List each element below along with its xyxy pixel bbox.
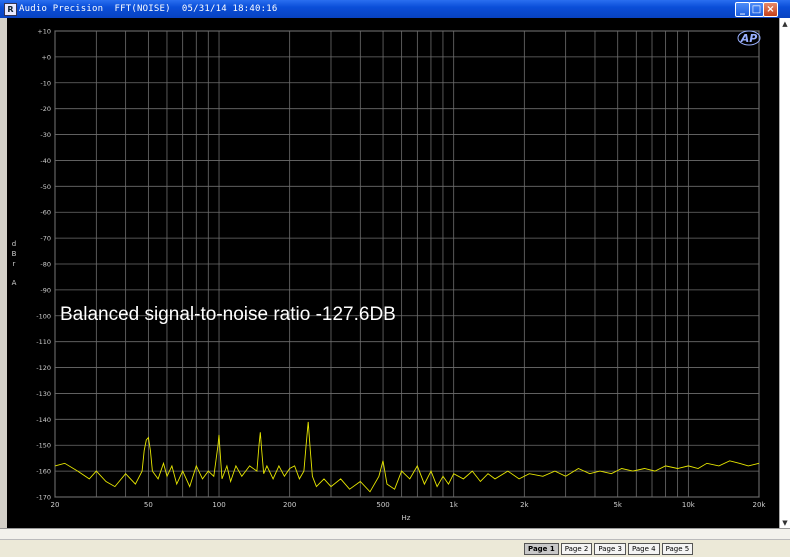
y-tick-label: +10 [37, 28, 51, 36]
y-unit-letter-b: B [12, 250, 17, 258]
x-tick-label: 2k [520, 501, 529, 509]
x-tick-label: 100 [212, 501, 225, 509]
y-tick-label: -170 [36, 494, 51, 502]
x-tick-labels: 20 50 100 200 500 1k 2k 5k 10k 20k [51, 501, 767, 509]
y-tick-label: -20 [40, 105, 51, 113]
x-tick-label: 1k [449, 501, 458, 509]
y-tick-label: -110 [36, 338, 51, 346]
tab-page-2[interactable]: Page 2 [560, 543, 593, 555]
tab-page-4[interactable]: Page 4 [627, 543, 660, 555]
y-tick-label: +0 [41, 53, 51, 61]
y-tick-label: -80 [40, 261, 51, 269]
y-tick-label: -120 [36, 364, 51, 372]
y-tick-label: -70 [40, 235, 51, 243]
y-tick-label: -50 [40, 183, 51, 191]
noise-trace [54, 421, 760, 493]
tab-page-1[interactable]: Page 1 [524, 543, 559, 555]
y-tick-label: -130 [36, 390, 51, 398]
noise-trace-line [54, 421, 760, 493]
x-tick-label: 500 [376, 501, 389, 509]
tab-page-5[interactable]: Page 5 [661, 543, 694, 555]
snr-annotation: Balanced signal-to-noise ratio -127.6DB [60, 304, 396, 325]
y-tick-label: -40 [40, 157, 51, 165]
horizontal-scrollbar[interactable] [0, 529, 790, 540]
x-tick-label: 50 [144, 501, 153, 509]
y-tick-label: -60 [40, 209, 51, 217]
y-tick-labels: +10 +0 -10 -20 -30 -40 -50 -60 -70 -80 -90 -100 -110… [36, 28, 51, 502]
y-tick-label: -30 [40, 131, 51, 139]
x-tick-label: 5k [613, 501, 622, 509]
y-tick-label: -10 [40, 79, 51, 87]
bottom-bar: Page 1 Page 2 Page 3 Page 4 Page 5 [0, 528, 790, 557]
x-tick-label: 10k [682, 501, 696, 509]
y-unit-letter-r: r [13, 260, 16, 268]
y-tick-label: -150 [36, 442, 51, 450]
y-unit-letter-a: A [12, 279, 17, 287]
x-tick-label: 20 [51, 501, 60, 509]
grid-lines [54, 30, 760, 498]
page-tabs: Page 1 Page 2 Page 3 Page 4 Page 5 [524, 543, 694, 555]
y-tick-label: -90 [40, 286, 51, 294]
y-tick-label: -140 [36, 416, 51, 424]
x-axis-label: Hz [402, 514, 411, 522]
y-tick-label: -160 [36, 468, 51, 476]
tab-page-3[interactable]: Page 3 [594, 543, 626, 555]
y-unit-letter-d: d [12, 240, 16, 248]
y-unit-label: d B r A [12, 240, 17, 287]
x-tick-label: 20k [753, 501, 767, 509]
y-tick-label: -100 [36, 312, 51, 320]
x-tick-label: 200 [283, 501, 296, 509]
fft-chart: +10 +0 -10 -20 -30 -40 -50 -60 -70 -80 -90 -100 -110… [12, 28, 767, 523]
